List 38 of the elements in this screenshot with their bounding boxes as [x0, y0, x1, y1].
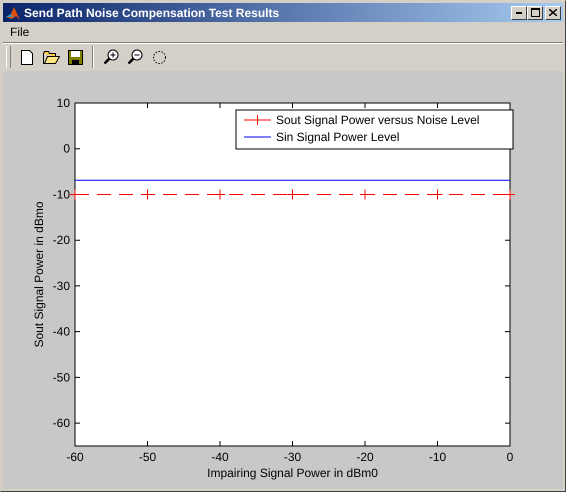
x-tick-label: -40	[211, 450, 229, 464]
y-tick-label: -50	[52, 370, 70, 384]
legend-label: Sin Signal Power Level	[276, 130, 400, 144]
zoom-in-button[interactable]	[101, 47, 121, 67]
y-tick-label: -30	[52, 278, 70, 293]
y-tick-label: -10	[52, 187, 70, 202]
open-folder-icon	[42, 50, 60, 64]
window-title: Send Path Noise Compensation Test Results	[24, 6, 280, 20]
minimize-icon	[516, 12, 522, 14]
minimize-button[interactable]	[511, 6, 527, 20]
zoom-in-icon	[103, 49, 119, 65]
app-logo-icon	[5, 4, 21, 20]
legend-label: Sout Signal Power versus Noise Level	[276, 113, 480, 127]
x-tick-label: -10	[428, 450, 446, 464]
y-tick-label: 10	[56, 96, 70, 110]
x-tick-label: 0	[506, 450, 514, 464]
legend-line-icon	[244, 114, 272, 126]
menu-item[interactable]: File	[7, 25, 32, 39]
y-tick-label: -20	[52, 233, 70, 248]
x-tick-label: -30	[284, 450, 302, 464]
x-axis-label: Impairing Signal Power in dBm0	[207, 466, 378, 480]
maximize-button[interactable]	[527, 6, 543, 20]
close-button[interactable]	[545, 6, 561, 20]
x-tick-label: -50	[138, 450, 156, 464]
maximize-icon	[530, 8, 540, 17]
save-button[interactable]	[65, 47, 85, 67]
x-tick-label: -60	[66, 450, 84, 464]
x-tick-label: -20	[356, 450, 374, 464]
y-tick-label: -60	[52, 416, 70, 430]
y-tick-label: -40	[52, 324, 70, 339]
y-axis-label: Sout Signal Power in dBmo	[32, 201, 46, 348]
zoom-out-icon	[127, 49, 143, 65]
rotate-icon	[152, 50, 166, 64]
close-icon	[549, 9, 557, 16]
y-tick-label: 0	[63, 142, 70, 156]
legend-line-icon	[244, 136, 272, 138]
zoom-out-button[interactable]	[125, 47, 145, 67]
new-file-icon	[21, 50, 33, 64]
